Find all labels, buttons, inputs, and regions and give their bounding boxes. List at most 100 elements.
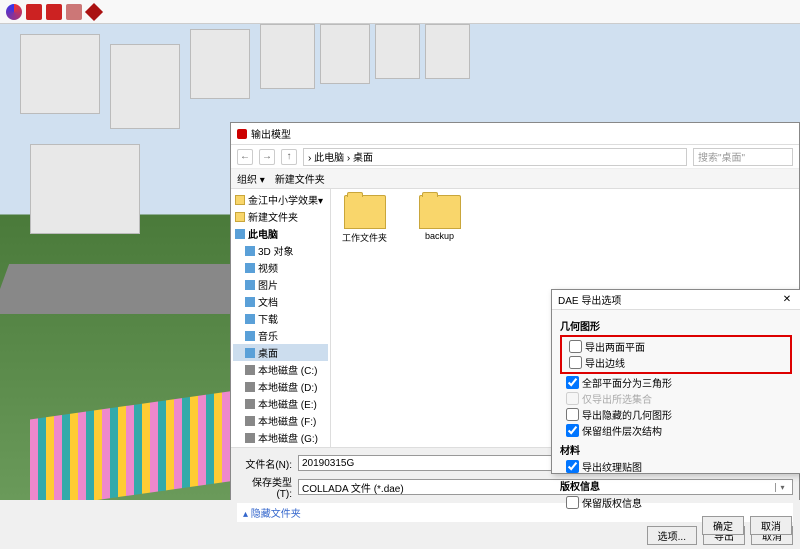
scissors-icon[interactable]: [6, 4, 22, 20]
tree-label: 新建文件夹: [248, 209, 298, 224]
option-checkbox[interactable]: [566, 424, 579, 437]
ruby2-icon[interactable]: [46, 4, 62, 20]
drive-icon: [245, 399, 255, 409]
option-label: 导出纹理贴图: [582, 459, 642, 474]
option-label: 导出两面平面: [585, 339, 645, 354]
pc-icon: [245, 348, 255, 358]
nav-fwd-button[interactable]: →: [259, 149, 275, 165]
tree-item[interactable]: 新建文件夹: [233, 208, 328, 225]
tree-item[interactable]: 下载: [233, 310, 328, 327]
option-checkbox[interactable]: [569, 356, 582, 369]
tree-item[interactable]: 本地磁盘 (D:): [233, 378, 328, 395]
tree-label: 金江中小学效果▾: [248, 192, 323, 207]
tree-label: 本地磁盘 (D:): [258, 379, 317, 394]
option-label: 保留组件层次结构: [582, 423, 662, 438]
tree-item[interactable]: 音乐: [233, 327, 328, 344]
folder-icon: [235, 212, 245, 222]
options-title: DAE 导出选项: [558, 292, 621, 307]
dialog-title: 输出模型: [251, 126, 291, 141]
tree-label: 音乐: [258, 328, 278, 343]
tree-label: 桌面: [258, 345, 278, 360]
tree-item[interactable]: 桌面: [233, 344, 328, 361]
option-row[interactable]: 保留组件层次结构: [560, 423, 792, 438]
tree-item[interactable]: 文档: [233, 293, 328, 310]
drive-icon: [245, 416, 255, 426]
drive-icon: [245, 365, 255, 375]
pc-icon: [245, 331, 255, 341]
option-row[interactable]: 导出两面平面: [563, 339, 789, 354]
option-checkbox[interactable]: [566, 408, 579, 421]
main-toolbar: [0, 0, 800, 24]
breadcrumb[interactable]: › 此电脑 › 桌面: [303, 148, 687, 166]
ok-button[interactable]: 确定: [702, 516, 744, 535]
dae-options-dialog: DAE 导出选项 ✕ 几何图形 导出两面平面导出边线 全部平面分为三角形仅导出所…: [551, 289, 800, 474]
tree-label: 本地磁盘 (G:): [258, 430, 318, 445]
dialog-toolbar: 组织 ▾ 新建文件夹: [231, 169, 799, 189]
nav-bar: ← → ↑ › 此电脑 › 桌面 搜索"桌面": [231, 145, 799, 169]
tree-item[interactable]: 本地磁盘 (H:): [233, 446, 328, 447]
tree-label: 文档: [258, 294, 278, 309]
pc-icon: [245, 314, 255, 324]
group-material: 材料: [560, 442, 792, 457]
group-geometry: 几何图形: [560, 318, 792, 333]
tree-item[interactable]: 此电脑: [233, 225, 328, 242]
option-row[interactable]: 导出隐藏的几何图形: [560, 407, 792, 422]
cancel-button[interactable]: 取消: [750, 516, 792, 535]
tree-label: 本地磁盘 (C:): [258, 362, 317, 377]
tree-item[interactable]: 本地磁盘 (F:): [233, 412, 328, 429]
pc-icon: [245, 246, 255, 256]
drive-icon: [245, 382, 255, 392]
pc-icon: [245, 280, 255, 290]
close-icon[interactable]: ✕: [780, 293, 794, 307]
tree-item[interactable]: 本地磁盘 (C:): [233, 361, 328, 378]
option-label: 保留版权信息: [582, 495, 642, 510]
pc-icon: [245, 297, 255, 307]
option-row[interactable]: 全部平面分为三角形: [560, 375, 792, 390]
tree-item[interactable]: 金江中小学效果▾: [233, 191, 328, 208]
folder-item[interactable]: 工作文件夹: [337, 195, 392, 244]
options-titlebar[interactable]: DAE 导出选项 ✕: [552, 290, 800, 310]
tree-item[interactable]: 本地磁盘 (E:): [233, 395, 328, 412]
pc-icon: [235, 229, 245, 239]
option-checkbox: [566, 392, 579, 405]
folder-label: backup: [425, 231, 454, 241]
tree-label: 图片: [258, 277, 278, 292]
nav-up-button[interactable]: ↑: [281, 149, 297, 165]
folder-label: 工作文件夹: [342, 231, 387, 244]
gem-icon[interactable]: [85, 2, 103, 20]
search-input[interactable]: 搜索"桌面": [693, 148, 793, 166]
folder-icon: [235, 195, 245, 205]
option-checkbox[interactable]: [566, 460, 579, 473]
folder-item[interactable]: backup: [412, 195, 467, 241]
box-icon[interactable]: [66, 4, 82, 20]
organize-button[interactable]: 组织 ▾: [237, 171, 265, 186]
option-checkbox[interactable]: [566, 496, 579, 509]
tree-label: 此电脑: [248, 226, 278, 241]
file-area[interactable]: 工作文件夹 backup DAE 导出选项 ✕ 几何图形 导出两面平面导出边线 全…: [331, 189, 799, 447]
option-row[interactable]: 导出边线: [563, 355, 789, 370]
pc-icon: [245, 263, 255, 273]
highlight-box: 导出两面平面导出边线: [560, 335, 792, 374]
newfolder-button[interactable]: 新建文件夹: [275, 171, 325, 186]
filetype-label: 保存类型(T):: [237, 474, 292, 500]
option-row[interactable]: 导出纹理贴图: [560, 459, 792, 474]
option-checkbox[interactable]: [569, 340, 582, 353]
folder-icon: [344, 195, 386, 229]
dialog-titlebar[interactable]: 输出模型: [231, 123, 799, 145]
option-row[interactable]: 保留版权信息: [560, 495, 792, 510]
option-checkbox[interactable]: [566, 376, 579, 389]
tree-item[interactable]: 视频: [233, 259, 328, 276]
app-icon: [237, 129, 247, 139]
tree-label: 本地磁盘 (E:): [258, 396, 317, 411]
nav-back-button[interactable]: ←: [237, 149, 253, 165]
tree-item[interactable]: 本地磁盘 (G:): [233, 429, 328, 446]
tree-item[interactable]: 3D 对象: [233, 242, 328, 259]
option-row: 仅导出所选集合: [560, 391, 792, 406]
folder-icon: [419, 195, 461, 229]
option-label: 全部平面分为三角形: [582, 375, 672, 390]
tree-label: 3D 对象: [258, 243, 294, 258]
filename-label: 文件名(N):: [237, 456, 292, 471]
tree-item[interactable]: 图片: [233, 276, 328, 293]
folder-tree[interactable]: 金江中小学效果▾ 新建文件夹此电脑 3D 对象视频图片文档下载音乐桌面本地磁盘 (C…: [231, 189, 331, 447]
ruby-icon[interactable]: [26, 4, 42, 20]
